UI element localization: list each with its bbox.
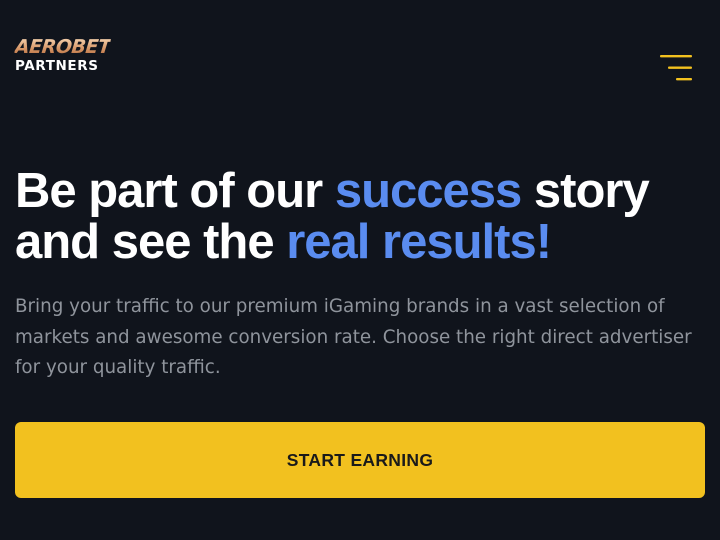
hamburger-menu-icon bbox=[660, 55, 692, 81]
hero-title: Be part of our success story and see the… bbox=[15, 166, 705, 268]
hero-description: Bring your traffic to our premium iGamin… bbox=[15, 296, 692, 378]
aerobet-partners-logo[interactable]: AEROBET PARTNERS bbox=[13, 36, 112, 74]
site-header: AEROBET PARTNERS bbox=[13, 36, 692, 84]
hero-title-accent-real-results: real results! bbox=[286, 215, 552, 269]
hamburger-menu-button[interactable] bbox=[660, 55, 692, 81]
logo-brand-top: AEROBET bbox=[13, 36, 112, 58]
hero-title-accent-success: success bbox=[334, 164, 522, 218]
logo-brand-bottom: PARTNERS bbox=[15, 58, 99, 74]
hero-title-part1: Be part of our bbox=[15, 164, 335, 218]
start-earning-button[interactable]: START EARNING bbox=[15, 422, 705, 498]
